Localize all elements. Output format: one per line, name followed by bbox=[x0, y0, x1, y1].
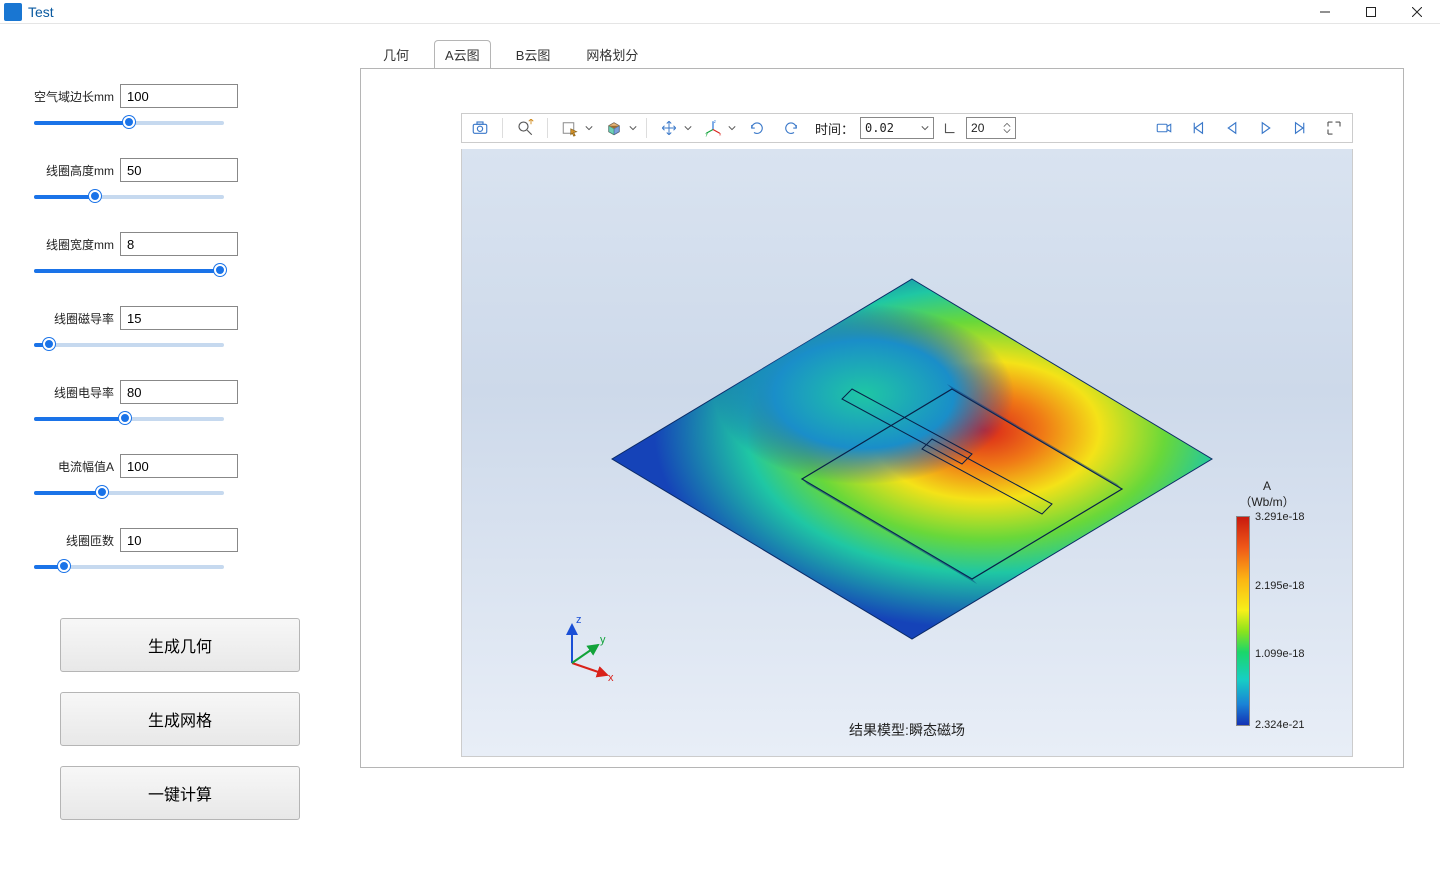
axis-triad: z x y bbox=[552, 613, 622, 686]
colorbar-strip: 3.291e-182.195e-181.099e-182.324e-21 bbox=[1236, 516, 1250, 726]
param-input[interactable] bbox=[120, 84, 238, 108]
param-group: 电流幅值A bbox=[34, 454, 326, 500]
render-surface bbox=[602, 269, 1222, 689]
selection-mode-dropdown[interactable] bbox=[556, 116, 594, 140]
close-button[interactable] bbox=[1394, 0, 1440, 24]
param-label: 线圈匝数 bbox=[34, 532, 114, 549]
title-bar: Test bbox=[0, 0, 1440, 24]
svg-text:x: x bbox=[608, 672, 614, 684]
param-label: 线圈宽度mm bbox=[34, 236, 114, 253]
parameters-panel: 空气域边长mm 线圈高度mm 线圈宽度mm bbox=[0, 24, 360, 879]
step-back-icon[interactable] bbox=[1218, 116, 1246, 140]
param-slider[interactable] bbox=[34, 412, 224, 426]
minimize-button[interactable] bbox=[1302, 0, 1348, 24]
generate-geometry-button[interactable]: 生成几何 bbox=[60, 618, 300, 672]
param-slider[interactable] bbox=[34, 338, 224, 352]
plot-panel: z x y 时间： 0.02 20 bbox=[360, 68, 1404, 768]
axis-icon: zxy bbox=[699, 116, 727, 140]
step-forward-icon[interactable] bbox=[1286, 116, 1314, 140]
tab-mesh[interactable]: 网格划分 bbox=[575, 40, 649, 68]
svg-text:y: y bbox=[600, 634, 606, 646]
time-select[interactable]: 0.02 bbox=[860, 117, 934, 139]
param-slider[interactable] bbox=[34, 116, 224, 130]
tab-a-plot[interactable]: A云图 bbox=[434, 40, 491, 68]
svg-text:x: x bbox=[719, 132, 722, 137]
time-value: 0.02 bbox=[865, 121, 894, 135]
param-input[interactable] bbox=[120, 528, 238, 552]
tab-geometry[interactable]: 几何 bbox=[372, 40, 420, 68]
generate-mesh-button[interactable]: 生成网格 bbox=[60, 692, 300, 746]
render-mode-dropdown[interactable] bbox=[600, 116, 638, 140]
zoom-icon[interactable] bbox=[511, 116, 539, 140]
expand-icon[interactable] bbox=[1320, 116, 1348, 140]
cube-icon bbox=[600, 116, 628, 140]
selection-icon bbox=[556, 116, 584, 140]
record-icon[interactable] bbox=[1150, 116, 1178, 140]
pan-icon bbox=[655, 116, 683, 140]
param-group: 线圈高度mm bbox=[34, 158, 326, 204]
svg-text:z: z bbox=[576, 614, 582, 626]
play-icon[interactable] bbox=[1252, 116, 1280, 140]
chevron-down-icon bbox=[584, 116, 594, 140]
viewport-toolbar: zxy 时间： 0.02 20 bbox=[461, 113, 1353, 143]
axis-view-dropdown[interactable]: zxy bbox=[699, 116, 737, 140]
colorbar-tick: 2.195e-18 bbox=[1255, 580, 1305, 592]
param-input[interactable] bbox=[120, 454, 238, 478]
window-title: Test bbox=[28, 4, 54, 20]
svg-text:z: z bbox=[714, 119, 717, 124]
spinner-arrows bbox=[1003, 122, 1011, 134]
plot-caption: 结果模型:瞬态磁场 bbox=[849, 720, 965, 740]
param-input[interactable] bbox=[120, 232, 238, 256]
param-input[interactable] bbox=[120, 306, 238, 330]
chevron-down-icon bbox=[628, 116, 638, 140]
param-slider[interactable] bbox=[34, 486, 224, 500]
colorbar-tick: 1.099e-18 bbox=[1255, 648, 1305, 660]
pan-dropdown[interactable] bbox=[655, 116, 693, 140]
param-label: 线圈磁导率 bbox=[34, 310, 114, 327]
param-label: 线圈高度mm bbox=[34, 162, 114, 179]
rotate-cw-icon[interactable] bbox=[777, 116, 805, 140]
tab-b-plot[interactable]: B云图 bbox=[505, 40, 562, 68]
frame-spinner[interactable]: 20 bbox=[966, 117, 1016, 139]
plot-tabs: 几何 A云图 B云图 网格划分 bbox=[360, 42, 1440, 68]
param-slider[interactable] bbox=[34, 560, 224, 574]
colorbar-title: A （Wb/m） bbox=[1212, 479, 1322, 510]
colorbar-tick: 3.291e-18 bbox=[1255, 511, 1305, 523]
param-slider[interactable] bbox=[34, 264, 224, 278]
param-label: 空气域边长mm bbox=[34, 88, 114, 105]
skip-start-icon[interactable] bbox=[1184, 116, 1212, 140]
compute-button[interactable]: 一键计算 bbox=[60, 766, 300, 820]
param-input[interactable] bbox=[120, 158, 238, 182]
frame-value: 20 bbox=[971, 121, 984, 135]
snapshot-icon[interactable] bbox=[466, 116, 494, 140]
chevron-down-icon bbox=[921, 124, 929, 132]
param-group: 线圈电导率 bbox=[34, 380, 326, 426]
param-label: 线圈电导率 bbox=[34, 384, 114, 401]
param-label: 电流幅值A bbox=[34, 458, 114, 475]
content-area: 几何 A云图 B云图 网格划分 bbox=[360, 24, 1440, 879]
chevron-down-icon bbox=[727, 116, 737, 140]
param-input[interactable] bbox=[120, 380, 238, 404]
param-group: 线圈匝数 bbox=[34, 528, 326, 574]
main-area: 空气域边长mm 线圈高度mm 线圈宽度mm bbox=[0, 24, 1440, 879]
param-slider[interactable] bbox=[34, 190, 224, 204]
window-controls bbox=[1302, 0, 1440, 24]
time-label: 时间： bbox=[815, 119, 854, 138]
rotate-ccw-icon[interactable] bbox=[743, 116, 771, 140]
3d-viewport[interactable]: z x y A （Wb/m） 3.291e-182.195e-181.099e-… bbox=[461, 149, 1353, 757]
param-group: 线圈宽度mm bbox=[34, 232, 326, 278]
colorbar: A （Wb/m） 3.291e-182.195e-181.099e-182.32… bbox=[1212, 479, 1322, 726]
chevron-down-icon bbox=[683, 116, 693, 140]
right-angle-icon[interactable] bbox=[940, 116, 960, 140]
param-group: 空气域边长mm bbox=[34, 84, 326, 130]
colorbar-tick: 2.324e-21 bbox=[1255, 719, 1305, 731]
param-group: 线圈磁导率 bbox=[34, 306, 326, 352]
maximize-button[interactable] bbox=[1348, 0, 1394, 24]
app-logo-icon bbox=[4, 3, 22, 21]
